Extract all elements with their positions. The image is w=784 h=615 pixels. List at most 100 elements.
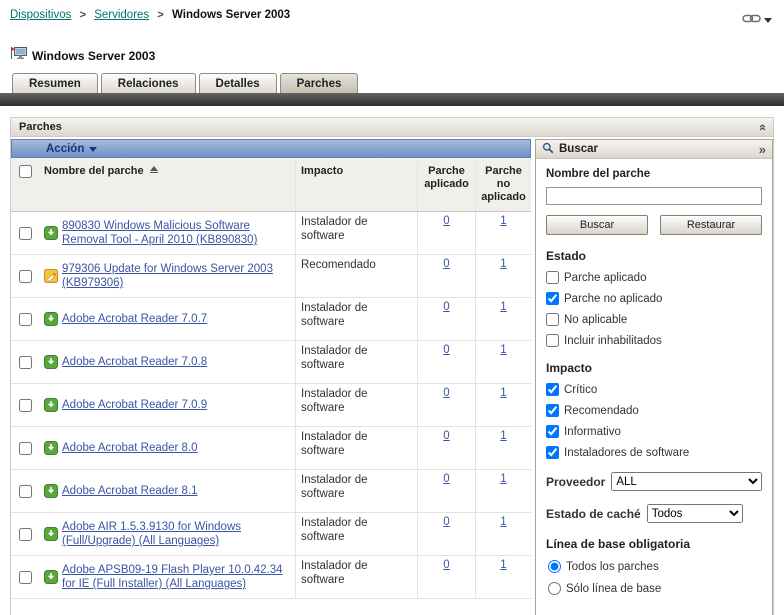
patch-name-link[interactable]: 890830 Windows Malicious Software Remova… [62,219,290,247]
parches-panel: Parches » Acción Nombre del parche Impac… [10,117,774,615]
patch-name-link[interactable]: Adobe Acrobat Reader 7.0.8 [62,355,207,369]
applied-count-link[interactable]: 0 [443,473,449,485]
breadcrumb-link-servidores[interactable]: Servidores [94,9,149,21]
table-row: Adobe Acrobat Reader 7.0.8 Instalador de… [11,341,531,384]
informativo-checkbox[interactable] [546,425,559,438]
checkbox-label: Recomendado [564,404,639,417]
no-aplicable-checkbox[interactable] [546,313,559,326]
tab-relaciones[interactable]: Relaciones [100,73,196,93]
not-applied-count-link[interactable]: 1 [500,387,506,399]
patch-name-link[interactable]: Adobe APSB09-19 Flash Player 10.0.42.34 … [62,563,290,591]
instaladores-software-checkbox[interactable] [546,446,559,459]
solo-linea-de-base-radio[interactable] [548,582,561,595]
row-checkbox[interactable] [18,269,32,283]
tab-detalles[interactable]: Detalles [198,73,277,93]
baseline-todos-option[interactable]: Todos los parches [548,560,762,573]
row-checkbox[interactable] [18,441,32,455]
patch-name-link[interactable]: Adobe Acrobat Reader 8.0 [62,441,198,455]
filter-informativo[interactable]: Informativo [546,425,762,438]
collapse-panel-icon[interactable]: » [754,123,769,130]
not-applied-count-link[interactable]: 1 [500,258,506,270]
breadcrumb-link-dispositivos[interactable]: Dispositivos [10,9,71,21]
todos-los-parches-radio[interactable] [548,560,561,573]
applied-count-link[interactable]: 0 [443,258,449,270]
parche-aplicado-checkbox[interactable] [546,271,559,284]
not-applied-count-link[interactable]: 1 [500,215,506,227]
quick-link-menu[interactable] [742,11,772,29]
checkbox-label: No aplicable [564,313,628,326]
not-applied-count-link[interactable]: 1 [500,473,506,485]
cache-select[interactable]: Todos [646,504,743,523]
recomendado-checkbox[interactable] [546,404,559,417]
patch-name-link[interactable]: Adobe AIR 1.5.3.9130 for Windows (Full/U… [62,520,290,548]
dropdown-arrow-icon[interactable] [764,17,772,23]
filter-recomendado[interactable]: Recomendado [546,404,762,417]
patch-name-link[interactable]: Adobe Acrobat Reader 7.0.9 [62,398,207,412]
not-applied-count-link[interactable]: 1 [500,559,506,571]
filter-incluir-inhabilitados[interactable]: Incluir inhabilitados [546,334,762,347]
applied-count-link[interactable]: 0 [443,430,449,442]
applied-count-link[interactable]: 0 [443,344,449,356]
filter-parche-aplicado[interactable]: Parche aplicado [546,271,762,284]
filter-instaladores-software[interactable]: Instaladores de software [546,446,762,459]
applied-count-link[interactable]: 0 [443,215,449,227]
impact-value: Instalador de software [295,384,417,426]
row-checkbox[interactable] [18,570,32,584]
expand-panel-icon[interactable]: » [759,142,766,157]
link-icon[interactable] [742,11,761,29]
not-applied-count-link[interactable]: 1 [500,344,506,356]
not-applied-count-link[interactable]: 1 [500,430,506,442]
breadcrumb-separator: > [157,9,164,21]
applied-count-link[interactable]: 0 [443,559,449,571]
sort-ascending-icon[interactable] [149,166,158,173]
patch-name-link[interactable]: Adobe Acrobat Reader 7.0.7 [62,312,207,326]
column-header-applied[interactable]: Parche aplicado [417,162,475,211]
proveedor-select[interactable]: ALL [611,472,762,491]
filter-no-aplicable[interactable]: No aplicable [546,313,762,326]
row-checkbox[interactable] [18,226,32,240]
row-checkbox[interactable] [18,398,32,412]
row-checkbox[interactable] [18,484,32,498]
not-applied-count-link[interactable]: 1 [500,516,506,528]
filter-parche-no-aplicado[interactable]: Parche no aplicado [546,292,762,305]
tab-divider-bar [0,93,784,106]
title-row: Windows Server 2003 [0,29,784,65]
select-all-checkbox[interactable] [18,165,32,178]
impact-value: Instalador de software [295,427,417,469]
action-menu-button[interactable]: Acción [11,139,531,158]
column-header-name[interactable]: Nombre del parche [39,162,295,181]
critico-checkbox[interactable] [546,383,559,396]
parche-no-aplicado-checkbox[interactable] [546,292,559,305]
patch-name-link[interactable]: 979306 Update for Windows Server 2003 (K… [62,262,290,290]
baseline-solo-option[interactable]: Sólo línea de base [548,582,762,595]
table-row: Adobe APSB09-19 Flash Player 10.0.42.34 … [11,556,531,599]
tab-parches[interactable]: Parches [279,73,359,93]
row-checkbox[interactable] [18,312,32,326]
search-button[interactable]: Buscar [546,215,648,235]
row-checkbox[interactable] [18,355,32,369]
patch-name-input[interactable] [546,187,762,205]
table-row: 979306 Update for Windows Server 2003 (K… [11,255,531,298]
applied-count-link[interactable]: 0 [443,301,449,313]
radio-label: Sólo línea de base [566,582,662,595]
patch-name-link[interactable]: Adobe Acrobat Reader 8.1 [62,484,198,498]
applied-count-link[interactable]: 0 [443,516,449,528]
column-header-impact[interactable]: Impacto [295,162,417,211]
applied-count-link[interactable]: 0 [443,387,449,399]
filter-critico[interactable]: Crítico [546,383,762,396]
action-menu-label: Acción [46,142,85,155]
radio-label: Todos los parches [566,560,659,573]
column-header-not-applied[interactable]: Parche no aplicado [475,162,531,211]
incluir-inhabilitados-checkbox[interactable] [546,334,559,347]
impact-value: Instalador de software [295,556,417,598]
impact-value: Instalador de software [295,298,417,340]
reset-button[interactable]: Restaurar [660,215,762,235]
software-installer-patch-icon [44,484,58,498]
search-panel: Buscar » Nombre del parche Buscar Restau… [535,139,773,615]
row-checkbox[interactable] [18,527,32,541]
tab-bar: Resumen Relaciones Detalles Parches [0,65,784,93]
table-row: Adobe Acrobat Reader 7.0.7 Instalador de… [11,298,531,341]
tab-resumen[interactable]: Resumen [12,73,98,93]
not-applied-count-link[interactable]: 1 [500,301,506,313]
software-installer-patch-icon [44,312,58,326]
